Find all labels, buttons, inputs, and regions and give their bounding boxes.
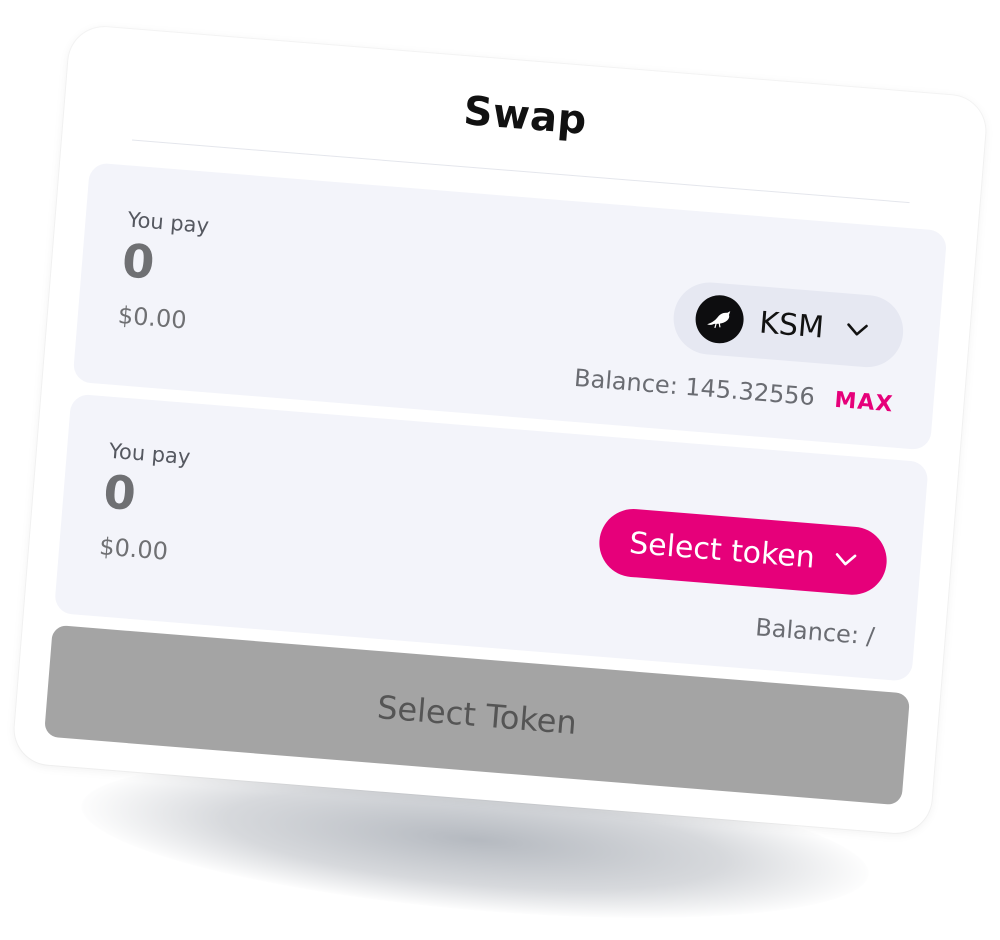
select-token-button[interactable]: Select token — [596, 506, 890, 598]
pay-balance: Balance: 145.32556 — [573, 363, 816, 412]
receive-label: You pay — [108, 438, 192, 470]
kusama-bird-icon — [693, 293, 746, 346]
receive-amount-input[interactable]: 0 — [102, 465, 138, 521]
select-token-label: Select token — [627, 525, 817, 576]
pay-balance-row: Balance: 145.32556 MAX — [573, 364, 894, 418]
pay-token-symbol: KSM — [758, 305, 826, 346]
swap-card: Swap You pay 0 $0.00 KSM Balance: 145.32… — [11, 24, 989, 836]
pay-label: You pay — [126, 207, 210, 238]
receive-balance: Balance: / — [754, 613, 876, 651]
pay-amount-input[interactable]: 0 — [120, 233, 156, 289]
receive-fiat-value: $0.00 — [98, 532, 170, 566]
swap-stage: Swap You pay 0 $0.00 KSM Balance: 145.32… — [0, 0, 1000, 940]
pay-token-selector[interactable]: KSM — [670, 279, 906, 370]
max-button[interactable]: MAX — [834, 388, 895, 418]
swap-title: Swap — [461, 88, 589, 144]
chevron-down-icon — [846, 323, 868, 336]
chevron-down-icon — [835, 553, 857, 566]
pay-fiat-value: $0.00 — [116, 301, 188, 335]
